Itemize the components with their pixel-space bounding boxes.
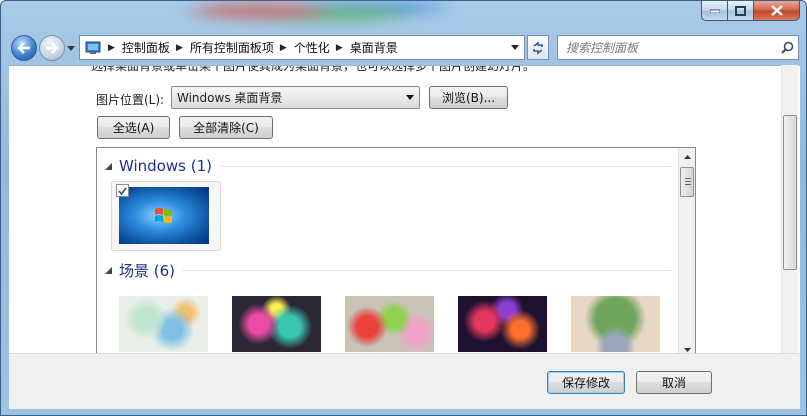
wallpaper-tile-windows-1[interactable]: [111, 181, 221, 251]
clear-all-button[interactable]: 全部清除(C): [179, 116, 273, 139]
breadcrumb-desktop-background[interactable]: 桌面背景: [350, 39, 398, 56]
picture-location-select[interactable]: Windows 桌面背景: [171, 86, 420, 109]
recent-pages-button[interactable]: [67, 41, 77, 55]
gallery-scrollbar-thumb[interactable]: [680, 167, 694, 197]
group-header-windows[interactable]: Windows (1): [105, 157, 671, 175]
group-header-scenes[interactable]: 场景 (6): [105, 260, 671, 281]
window-frame: ▶ 控制面板 ▶ 所有控制面板项 ▶ 个性化 ▶ 桌面背景 搜索控制面板 选择桌…: [0, 0, 807, 416]
chevron-up-icon: [683, 154, 691, 159]
chevron-down-icon: [406, 95, 414, 100]
wallpaper-checkbox[interactable]: [116, 184, 129, 197]
control-panel-icon: [85, 41, 101, 54]
search-box[interactable]: [557, 35, 799, 60]
group-title: Windows (1): [119, 157, 212, 175]
chevron-down-icon: [683, 347, 691, 352]
select-all-button[interactable]: 全选(A): [97, 116, 170, 139]
cancel-button[interactable]: 取消: [636, 371, 712, 394]
collapse-triangle-icon: [105, 267, 112, 274]
maximize-icon: [735, 5, 746, 16]
group-divider: [183, 270, 671, 271]
scroll-up-button[interactable]: [679, 148, 695, 165]
save-changes-button[interactable]: 保存修改: [547, 371, 625, 394]
wallpaper-tile-scenes-1[interactable]: [119, 296, 208, 352]
back-button[interactable]: [11, 35, 37, 61]
breadcrumb-all-items[interactable]: 所有控制面板项: [190, 39, 274, 56]
browse-button[interactable]: 浏览(B)...: [429, 86, 508, 109]
windows-logo-icon: [155, 208, 172, 223]
gallery-scrollbar[interactable]: [678, 148, 695, 353]
address-dropdown-button[interactable]: [506, 36, 524, 59]
chevron-down-icon: [67, 45, 75, 51]
arrow-left-icon: [17, 42, 30, 54]
wallpaper-tile-scenes-4[interactable]: [458, 296, 547, 352]
breadcrumb-separator-icon: ▶: [108, 42, 115, 53]
minimize-icon: [709, 9, 720, 13]
group-title: 场景 (6): [119, 262, 176, 280]
checkmark-icon: [118, 187, 127, 195]
close-button[interactable]: [754, 1, 800, 21]
minimize-button[interactable]: [701, 1, 728, 21]
dialog-footer: 保存修改 取消: [9, 353, 800, 409]
address-bar[interactable]: ▶ 控制面板 ▶ 所有控制面板项 ▶ 个性化 ▶ 桌面背景: [79, 35, 525, 60]
refresh-button[interactable]: [527, 35, 549, 60]
search-icon: [780, 41, 793, 54]
page-scrollbar[interactable]: [781, 65, 798, 353]
wallpaper-tile-scenes-3[interactable]: [345, 296, 434, 352]
content-area: 选择桌面背景或单击某个图片使其成为桌面背景，也可以选择多个图片创建幻灯片。 图片…: [9, 65, 800, 353]
navigation-bar: ▶ 控制面板 ▶ 所有控制面板项 ▶ 个性化 ▶ 桌面背景: [1, 29, 807, 65]
maximize-button[interactable]: [728, 1, 754, 21]
breadcrumb-separator-icon[interactable]: ▶: [280, 43, 287, 53]
breadcrumb: ▶ 控制面板 ▶ 所有控制面板项 ▶ 个性化 ▶ 桌面背景: [102, 36, 398, 59]
scroll-down-button[interactable]: [679, 341, 695, 353]
breadcrumb-separator-icon[interactable]: ▶: [176, 43, 183, 53]
wallpaper-tile-scenes-5[interactable]: [571, 296, 660, 352]
search-input[interactable]: [558, 36, 776, 59]
breadcrumb-personalization[interactable]: 个性化: [294, 39, 330, 56]
forward-button[interactable]: [39, 35, 65, 61]
close-icon: [770, 5, 783, 16]
breadcrumb-control-panel[interactable]: 控制面板: [122, 39, 170, 56]
instruction-text: 选择桌面背景或单击某个图片使其成为桌面背景，也可以选择多个图片创建幻灯片。: [91, 65, 536, 73]
collapse-triangle-icon: [105, 162, 112, 170]
arrow-right-icon: [46, 42, 59, 54]
breadcrumb-separator-icon[interactable]: ▶: [336, 43, 343, 53]
group-divider: [219, 165, 671, 167]
picture-location-label: 图片位置(L):: [96, 93, 165, 107]
search-button[interactable]: [776, 41, 798, 54]
wallpaper-gallery: Windows (1) 场景 (6): [96, 147, 696, 353]
wallpaper-tile-scenes-2[interactable]: [232, 296, 321, 352]
picture-location-value: Windows 桌面背景: [177, 91, 283, 105]
wallpaper-thumbnail: [119, 187, 209, 244]
refresh-icon: [533, 40, 543, 55]
chevron-down-icon: [511, 45, 519, 50]
page-scrollbar-thumb[interactable]: [783, 115, 797, 270]
window-controls: [701, 1, 800, 21]
